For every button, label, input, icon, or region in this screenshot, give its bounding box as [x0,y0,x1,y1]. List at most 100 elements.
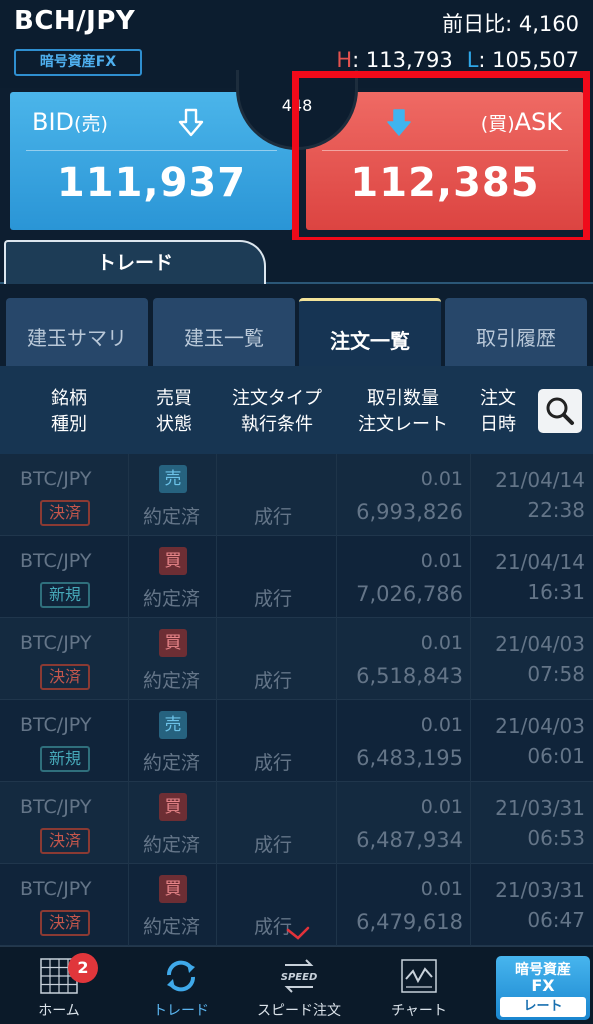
row-status: 約定済 [143,670,201,692]
row-status: 約定済 [143,916,201,938]
row-symbol: BTC/JPY [20,878,92,900]
notification-badge: 2 [68,953,98,983]
row-time: 07:58 [527,662,585,686]
row-side-badge: 買 [159,793,187,821]
row-date: 21/04/14 [495,550,585,574]
bid-label: BID(売) [32,108,108,136]
currency-pair[interactable]: BCH/JPY [14,6,135,36]
row-kind-tag: 新規 [40,582,90,608]
high-low: H: 113,793 L: 105,507 [336,48,579,72]
row-status: 約定済 [143,834,201,856]
table-row[interactable]: BTC/JPY 決済 買約定済 成行 0.01 6,487,934 21/03/31 06:5… [0,782,593,864]
table-row[interactable]: BTC/JPY 決済 売約定済 成行 0.01 6,993,826 21/04/14 22:3… [0,454,593,536]
row-kind-tag: 決済 [40,500,90,526]
row-side-badge: 売 [159,465,187,493]
row-side-badge: 売 [159,711,187,739]
row-rate: 6,487,934 [356,828,463,852]
row-kind-tag: 決済 [40,828,90,854]
bid-price: 111,937 [56,160,247,206]
nav-trade[interactable]: トレード [122,947,240,1024]
low-value: : 105,507 [478,48,579,72]
table-row[interactable]: BTC/JPY 新規 買約定済 成行 0.01 7,026,786 21/04/14 16:3… [0,536,593,618]
col-symbol: 銘柄 種別 [51,388,87,435]
row-date: 21/03/31 [495,878,585,902]
tab-position-summary[interactable]: 建玉サマリ [6,298,148,366]
search-icon [546,397,574,425]
prev-day-change: 前日比: 4,160 [442,12,579,36]
nav-home-label: ホーム [38,1003,80,1019]
row-date: 21/04/14 [495,468,585,492]
row-status: 約定済 [143,752,201,774]
col-order-type: 注文タイプ 執行条件 [232,388,322,435]
row-rate: 6,479,618 [356,910,463,934]
row-date: 21/04/03 [495,714,585,738]
row-time: 06:53 [527,826,585,850]
row-date: 21/03/31 [495,796,585,820]
row-symbol: BTC/JPY [20,632,92,654]
row-date: 21/04/03 [495,632,585,656]
row-side-badge: 買 [159,547,187,575]
nav-chart[interactable]: チャート [360,947,478,1024]
row-order-type: 成行 [254,752,293,774]
row-quantity: 0.01 [420,632,463,654]
row-kind-tag: 決済 [40,910,90,936]
row-quantity: 0.01 [420,714,463,736]
nav-speed-label: スピード注文 [257,1003,341,1019]
nav-chart-label: チャート [391,1003,447,1019]
table-row[interactable]: BTC/JPY 新規 売約定済 成行 0.01 6,483,195 21/04/03 06:0… [0,700,593,782]
row-quantity: 0.01 [420,468,463,490]
speed-icon: SPEED [281,959,318,993]
row-side-badge: 買 [159,629,187,657]
row-order-type: 成行 [254,506,293,528]
row-symbol: BTC/JPY [20,468,92,490]
row-quantity: 0.01 [420,878,463,900]
tab-trade-history[interactable]: 取引履歴 [445,298,587,366]
nav-trade-label: トレード [153,1003,209,1019]
row-kind-tag: 決済 [40,664,90,690]
low-label: L [466,48,479,72]
search-button[interactable] [538,389,582,433]
row-order-type: 成行 [254,834,293,856]
chart-icon [401,959,437,993]
high-value: : 113,793 [352,48,453,72]
row-rate: 7,026,786 [356,582,463,606]
row-time: 16:31 [527,580,585,604]
market-badge: 暗号資産FX [14,49,142,76]
crypto-fx-rate-button[interactable]: 暗号資産 FX レート [496,956,590,1020]
high-label: H [336,48,353,72]
col-quantity: 取引数量 注文レート [358,388,448,435]
row-kind-tag: 新規 [40,746,90,772]
row-status: 約定済 [143,588,201,610]
row-time: 06:01 [527,744,585,768]
row-time: 22:38 [527,498,585,522]
tab-order-list[interactable]: 注文一覧 [299,298,441,366]
row-quantity: 0.01 [420,550,463,572]
col-side: 売買 状態 [156,388,192,435]
tab-position-list[interactable]: 建玉一覧 [153,298,295,366]
row-quantity: 0.01 [420,796,463,818]
table-header: 銘柄 種別 売買 状態 注文タイプ 執行条件 取引数量 注文レート 注文 日時 [0,366,593,454]
nav-home[interactable]: 2 ホーム [0,947,118,1024]
table-row[interactable]: BTC/JPY 決済 買約定済 成行 0.01 6,518,843 21/04/03 07:5… [0,618,593,700]
row-side-badge: 買 [159,875,187,903]
row-order-type: 成行 [254,588,293,610]
arrow-down-icon [178,108,204,137]
trade-tab-bar: トレード [0,240,593,284]
tab-trade[interactable]: トレード [4,240,266,284]
row-order-type: 成行 [254,670,293,692]
svg-text:SPEED: SPEED [281,972,318,983]
row-rate: 6,483,195 [356,746,463,770]
row-time: 06:47 [527,908,585,932]
sub-tabs: 建玉サマリ 建玉一覧 注文一覧 取引履歴 [0,290,593,366]
row-symbol: BTC/JPY [20,796,92,818]
row-rate: 6,518,843 [356,664,463,688]
row-symbol: BTC/JPY [20,550,92,572]
row-rate: 6,993,826 [356,500,463,524]
nav-speed-order[interactable]: SPEED スピード注文 [240,947,358,1024]
refresh-arrows-icon [166,960,196,992]
highlight-box [292,71,590,244]
row-status: 約定済 [143,506,201,528]
col-datetime: 注文 日時 [480,388,516,435]
check-icon [286,926,310,940]
row-symbol: BTC/JPY [20,714,92,736]
